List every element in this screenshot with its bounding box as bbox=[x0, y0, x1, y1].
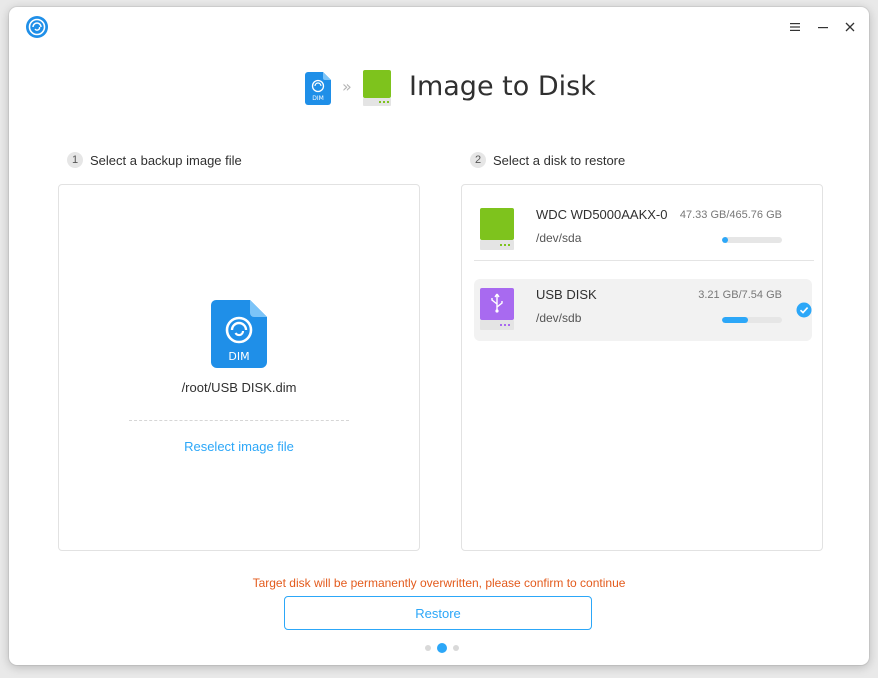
page-header: DIM » Image to Disk bbox=[9, 69, 869, 113]
checkmark-icon bbox=[796, 302, 812, 318]
disk-list-item[interactable]: WDC WD5000AAKX-0 /dev/sda 47.33 GB/465.7… bbox=[474, 199, 812, 261]
svg-text:DIM: DIM bbox=[312, 95, 324, 102]
disk-list-panel: WDC WD5000AAKX-0 /dev/sda 47.33 GB/465.7… bbox=[461, 184, 823, 551]
app-window: DIM » Image to Disk 1 Select a backup im… bbox=[9, 7, 869, 665]
step-label: Select a disk to restore bbox=[493, 152, 626, 168]
disk-usage-fill bbox=[722, 317, 748, 323]
disk-size: 47.33 GB/465.76 GB bbox=[679, 209, 782, 221]
image-file-panel: DIM /root/USB DISK.dim Reselect image fi… bbox=[58, 184, 420, 551]
disk-usage-fill bbox=[722, 237, 728, 243]
step-label: Select a backup image file bbox=[90, 152, 242, 168]
minimize-button[interactable] bbox=[812, 16, 834, 38]
close-icon bbox=[845, 22, 855, 32]
dim-file-icon: DIM bbox=[305, 72, 331, 105]
disk-device: /dev/sda bbox=[536, 231, 582, 245]
dim-file-label: DIM bbox=[228, 350, 249, 363]
page-dot-active[interactable] bbox=[437, 643, 447, 653]
disk-name: WDC WD5000AAKX-0 bbox=[536, 207, 668, 222]
disk-name: USB DISK bbox=[536, 287, 597, 302]
menu-button[interactable] bbox=[784, 16, 806, 38]
page-dot[interactable] bbox=[453, 645, 459, 651]
reselect-image-link[interactable]: Reselect image file bbox=[59, 439, 419, 454]
disk-usage-bar bbox=[722, 237, 782, 243]
divider bbox=[129, 420, 349, 421]
page-dot[interactable] bbox=[425, 645, 431, 651]
overwrite-warning: Target disk will be permanently overwrit… bbox=[252, 576, 626, 590]
minimize-icon bbox=[818, 27, 828, 29]
app-logo-icon bbox=[26, 16, 48, 38]
divider bbox=[474, 260, 814, 261]
disk-size: 3.21 GB/7.54 GB bbox=[698, 289, 782, 301]
disk-icon bbox=[363, 70, 391, 106]
disk-device: /dev/sdb bbox=[536, 311, 582, 325]
page-title: Image to Disk bbox=[409, 71, 596, 102]
page-indicator bbox=[422, 643, 462, 653]
step-select-image: 1 Select a backup image file bbox=[67, 152, 242, 168]
step-number: 1 bbox=[67, 152, 83, 168]
disk-usage-bar bbox=[722, 317, 782, 323]
hdd-icon bbox=[480, 208, 514, 250]
arrow-icon: » bbox=[342, 77, 352, 96]
dim-file-icon: DIM bbox=[211, 300, 267, 368]
close-button[interactable] bbox=[839, 16, 861, 38]
step-select-disk: 2 Select a disk to restore bbox=[470, 152, 625, 168]
disk-list-item-selected[interactable]: USB DISK /dev/sdb 3.21 GB/7.54 GB bbox=[474, 279, 812, 341]
usb-drive-icon bbox=[480, 288, 514, 330]
menu-icon bbox=[790, 23, 800, 31]
restore-button[interactable]: Restore bbox=[284, 596, 592, 630]
image-file-path: /root/USB DISK.dim bbox=[181, 380, 297, 395]
step-number: 2 bbox=[470, 152, 486, 168]
